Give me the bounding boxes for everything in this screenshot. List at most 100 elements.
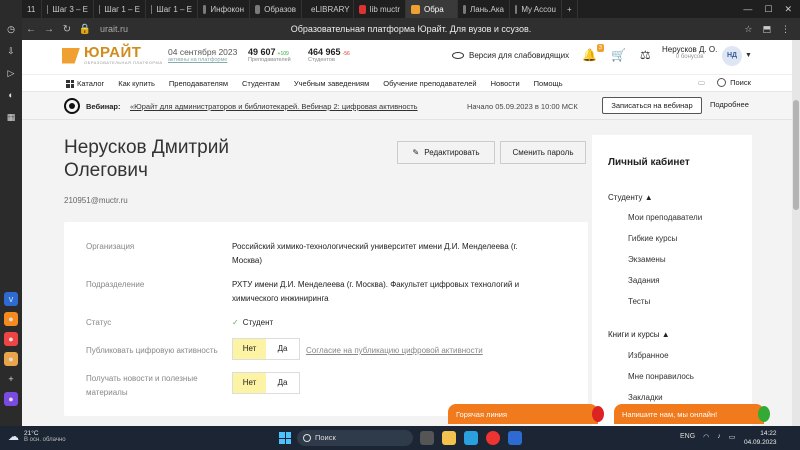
browser-tab[interactable]: Образов [250, 0, 302, 18]
webinar-link[interactable]: «Юрайт для администраторов и библиотекар… [130, 102, 418, 111]
webinar-signup-button[interactable]: Записаться на вебинар [602, 97, 702, 114]
webinar-label: Вебинар: [86, 102, 121, 111]
browser-tab[interactable]: Шаг 1 – Е [146, 0, 198, 18]
avatar[interactable]: НД [722, 46, 742, 66]
battery-icon[interactable]: ▭ [729, 433, 736, 441]
chevron-down-icon[interactable]: ▼ [745, 52, 752, 59]
scroll-thumb[interactable] [793, 100, 799, 210]
webinar-more-link[interactable]: Подробнее [710, 100, 749, 109]
sidebar-item[interactable]: Избранное [628, 351, 669, 360]
reload-icon[interactable]: ↻ [58, 24, 76, 35]
publish-yes-option[interactable]: Да [266, 339, 299, 359]
extensions-icon[interactable]: ⬒ [762, 24, 771, 35]
sidebar-item[interactable]: Мне понравилось [628, 372, 694, 381]
vk-icon[interactable]: v [4, 292, 18, 306]
alice-icon[interactable]: ● [4, 392, 18, 406]
logo[interactable]: ЮРАЙТ образовательная платформа [62, 45, 163, 65]
browser-tab[interactable]: lib muctr [354, 0, 406, 18]
active-users-link[interactable]: активны на платформе [168, 57, 237, 63]
compare-icon[interactable]: ⚖ [640, 48, 651, 62]
low-vision-label: Версия для слабовидящих [469, 51, 570, 60]
consent-link[interactable]: Согласие на публикацию цифровой активнос… [306, 344, 483, 358]
page-scrollbar[interactable] [792, 40, 800, 426]
menu-item[interactable]: Новости [491, 79, 520, 88]
sidebar-group-student[interactable]: Студенту ▲ [608, 193, 653, 202]
user-info[interactable]: Нерусков Д. О. 0 бонусов [662, 45, 717, 60]
weather-widget[interactable]: ☁ 21°C В осн. облачно [8, 430, 66, 443]
wifi-icon[interactable]: ◠ [703, 433, 709, 441]
publish-no-option[interactable]: Нет [233, 339, 266, 359]
low-vision-link[interactable]: Версия для слабовидящих [452, 51, 569, 60]
forward-icon[interactable]: → [40, 24, 58, 35]
online-chat[interactable]: Напишите нам, мы онлайн! [614, 404, 770, 424]
news-no-option[interactable]: Нет [233, 373, 266, 393]
lang-indicator[interactable]: ENG [680, 433, 695, 441]
students-label: Студентов [308, 57, 335, 63]
minimize-icon[interactable]: — [743, 4, 752, 15]
yandex-browser-icon[interactable] [486, 431, 500, 445]
downloads-icon[interactable]: ⇩ [4, 44, 18, 58]
sidebar-item[interactable]: Мои преподаватели [628, 213, 702, 222]
bookmark-icon[interactable]: ☆ [744, 24, 752, 35]
menu-item-label: Как купить [118, 79, 155, 88]
menu-item[interactable]: Учебным заведениям [294, 79, 369, 88]
start-icon[interactable] [279, 432, 291, 444]
sidebar-item[interactable]: Гибкие курсы [628, 234, 677, 243]
tab-label: Обра [424, 4, 444, 14]
close-icon[interactable]: ✕ [784, 4, 792, 15]
menu-item[interactable]: Обучение преподавателей [383, 79, 476, 88]
taskbar-search[interactable]: Поиск [297, 430, 413, 446]
task-view-icon[interactable] [420, 431, 434, 445]
browser-tab[interactable]: Лань.Ака [458, 0, 510, 18]
browser-tab[interactable]: Обра [406, 0, 458, 18]
status-text: Студент [242, 318, 274, 327]
menu-item[interactable]: Как купить [118, 79, 155, 88]
url-text[interactable]: urait.ru [100, 24, 128, 34]
browser-tab[interactable]: eLIBRARY [302, 0, 354, 18]
sidebar-group-books[interactable]: Книги и курсы ▲ [608, 330, 670, 339]
edit-button[interactable]: ✎ Редактировать [397, 141, 495, 164]
sidebar-item[interactable]: Задания [628, 276, 660, 285]
cart-icon[interactable]: 🛒 [611, 48, 626, 62]
telegram-icon[interactable] [464, 431, 478, 445]
browser-tab[interactable]: Шаг 1 – Е [94, 0, 146, 18]
new-tab-icon[interactable]: + [562, 0, 578, 18]
menu-item[interactable]: Студентам [242, 79, 280, 88]
history-icon[interactable]: ◷ [4, 22, 18, 36]
clock[interactable]: 14:22 04.09.2023 [744, 429, 777, 447]
sidebar-item[interactable]: Тесты [628, 297, 650, 306]
menu-item[interactable]: Преподавателям [169, 79, 228, 88]
menu-item[interactable]: Помощь [534, 79, 563, 88]
sidebar-app-icon[interactable]: ◐ [4, 88, 18, 102]
bell-icon[interactable]: 🔔 3 [582, 44, 604, 62]
maximize-icon[interactable]: ☐ [764, 4, 772, 15]
browser-tab[interactable]: Шаг 3 – Е [42, 0, 94, 18]
change-password-button[interactable]: Сменить пароль [500, 141, 586, 164]
browser-tab[interactable]: 11 [22, 0, 42, 18]
menu-item[interactable]: Каталог [66, 79, 104, 88]
sidebar-calendar-icon[interactable]: ▦ [4, 110, 18, 124]
sidebar-app-yellow-icon[interactable]: ● [4, 352, 18, 366]
add-panel-icon[interactable]: + [4, 372, 18, 386]
volume-icon[interactable]: ♪ [717, 433, 721, 441]
menu-item-label: Каталог [77, 79, 105, 88]
browser-tab[interactable]: Инфокон [198, 0, 250, 18]
vk-taskbar-icon[interactable] [508, 431, 522, 445]
lock-icon[interactable]: 🔒 [76, 24, 94, 35]
teachers-label: Преподавателей [248, 57, 291, 63]
back-icon[interactable]: ← [22, 24, 40, 35]
sidebar-item[interactable]: Закладки [628, 393, 663, 402]
sidebar-app-red-icon[interactable]: ● [4, 332, 18, 346]
chat-icon[interactable]: ▭ [698, 78, 705, 87]
status-value: ✓ Студент [232, 316, 532, 330]
browser-tab[interactable]: My Accou [510, 0, 562, 18]
media-icon[interactable]: ▷ [4, 66, 18, 80]
hotline-chat[interactable]: Горячая линия [448, 404, 604, 424]
explorer-icon[interactable] [442, 431, 456, 445]
date-block: 04 сентября 2023 активны на платформе [168, 47, 237, 63]
sidebar-app-orange-icon[interactable]: ● [4, 312, 18, 326]
sidebar-item[interactable]: Экзамены [628, 255, 666, 264]
menu-icon[interactable]: ⋮ [781, 24, 790, 35]
search-button[interactable]: Поиск [717, 78, 751, 87]
news-yes-option[interactable]: Да [266, 373, 299, 393]
